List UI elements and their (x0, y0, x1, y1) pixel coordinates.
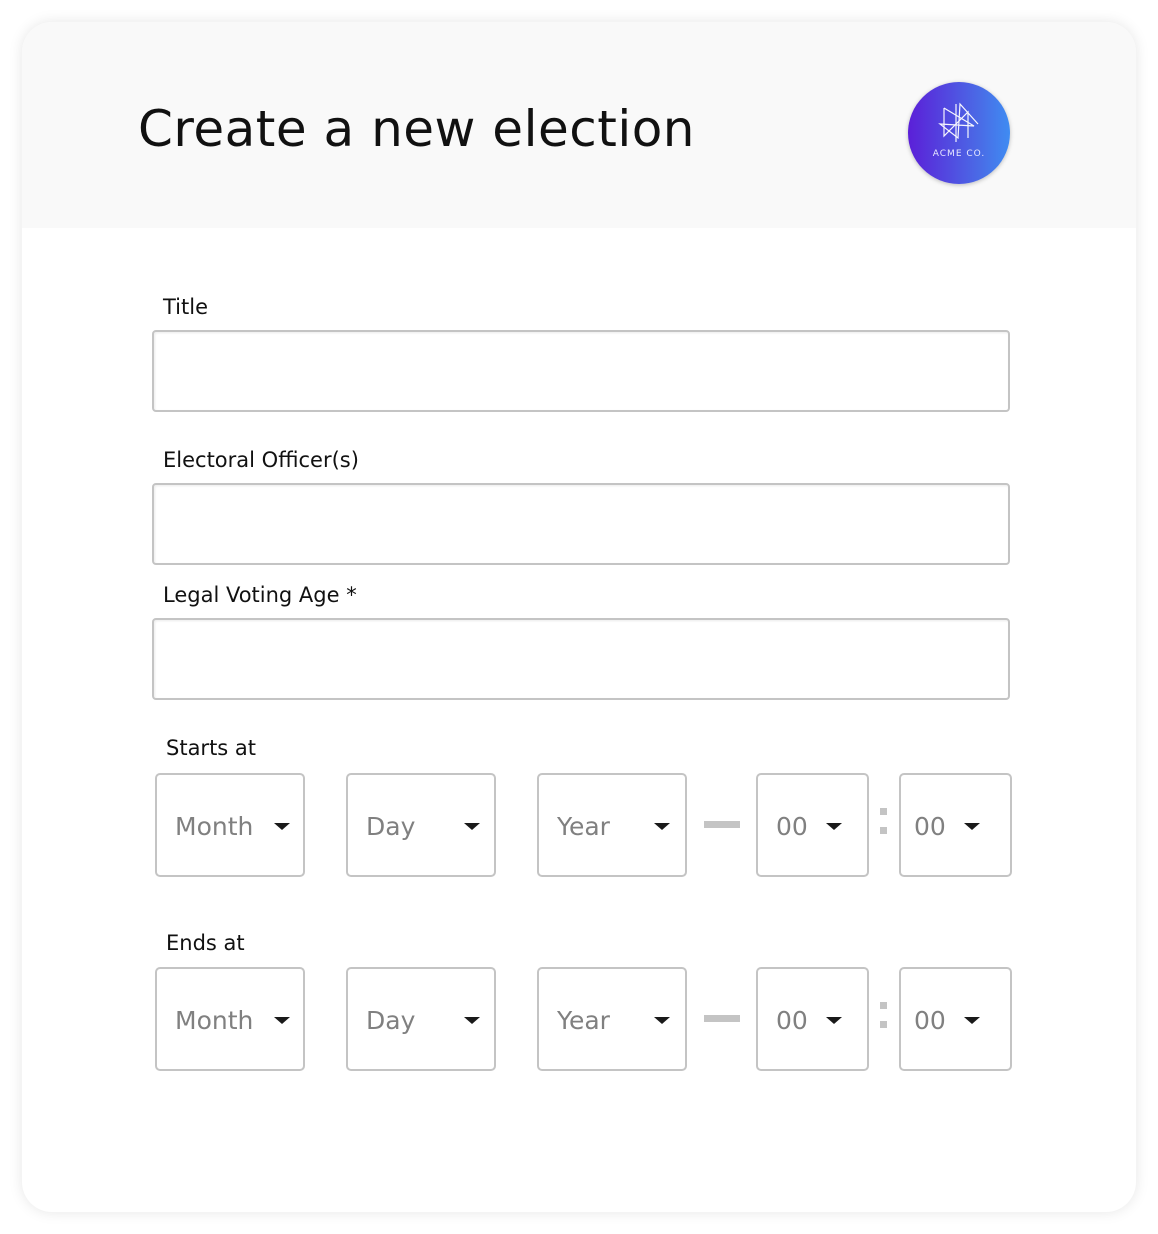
select-value: Year (557, 812, 610, 841)
caret-down-icon (464, 1017, 480, 1024)
title-input[interactable] (152, 330, 1010, 412)
starts-minute-select[interactable]: 00 (899, 773, 1012, 877)
voting-age-label: Legal Voting Age * (163, 583, 357, 607)
starts-hour-select[interactable]: 00 (756, 773, 869, 877)
logo-text: ACME CO. (932, 149, 986, 159)
caret-down-icon (274, 1017, 290, 1024)
starts-at-label: Starts at (166, 736, 257, 760)
page-title: Create a new election (138, 100, 695, 158)
starts-month-select[interactable]: Month (155, 773, 305, 877)
select-value: 00 (776, 1006, 808, 1035)
select-value: Month (175, 812, 254, 841)
caret-down-icon (826, 1017, 842, 1024)
select-value: Month (175, 1006, 254, 1035)
ends-hour-select[interactable]: 00 (756, 967, 869, 1071)
voting-age-input[interactable] (152, 618, 1010, 700)
select-value: 00 (776, 812, 808, 841)
caret-down-icon (654, 1017, 670, 1024)
ends-month-select[interactable]: Month (155, 967, 305, 1071)
ends-minute-select[interactable]: 00 (899, 967, 1012, 1071)
starts-year-select[interactable]: Year (537, 773, 687, 877)
caret-down-icon (964, 1017, 980, 1024)
title-label: Title (163, 295, 209, 319)
caret-down-icon (654, 823, 670, 830)
officers-input[interactable] (152, 483, 1010, 565)
caret-down-icon (464, 823, 480, 830)
select-value: Year (557, 1006, 610, 1035)
officers-label: Electoral Officer(s) (163, 448, 359, 472)
ends-at-label: Ends at (166, 931, 245, 955)
acme-logo-icon (938, 102, 979, 142)
select-value: 00 (914, 1006, 946, 1035)
select-value: 00 (914, 812, 946, 841)
date-time-separator (704, 821, 740, 828)
ends-year-select[interactable]: Year (537, 967, 687, 1071)
header: Create a new election ACME CO. (22, 22, 1136, 228)
caret-down-icon (964, 823, 980, 830)
create-election-card: Create a new election ACME CO. Title Ele… (22, 22, 1136, 1212)
ends-day-select[interactable]: Day (346, 967, 496, 1071)
date-time-separator (704, 1015, 740, 1022)
company-logo: ACME CO. (908, 82, 1010, 184)
caret-down-icon (274, 823, 290, 830)
select-value: Day (366, 812, 416, 841)
caret-down-icon (826, 823, 842, 830)
starts-day-select[interactable]: Day (346, 773, 496, 877)
select-value: Day (366, 1006, 416, 1035)
